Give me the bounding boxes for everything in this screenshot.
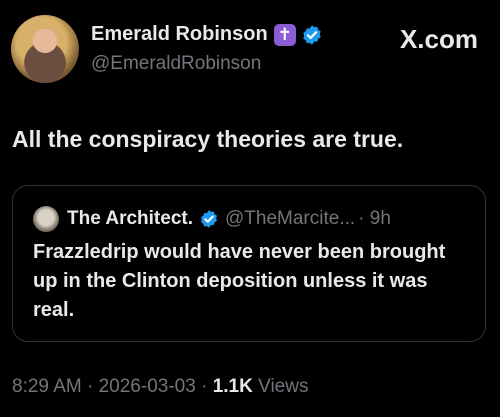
post-time[interactable]: 8:29 AM xyxy=(12,376,82,397)
tweet-text: All the conspiracy theories are true. xyxy=(12,126,404,152)
quoted-time: · 9h xyxy=(358,208,391,229)
quoted-avatar xyxy=(33,206,59,232)
author-name[interactable]: Emerald Robinson xyxy=(91,23,268,46)
author-row: Emerald Robinson ✝ xyxy=(91,23,323,46)
quoted-header: The Architect. @TheMarcite... · 9h xyxy=(33,206,391,232)
quoted-text: Frazzledrip would have never been brough… xyxy=(33,241,446,321)
platform-label: X.com xyxy=(399,24,478,54)
post-date[interactable]: 2026-03-03 xyxy=(99,376,196,397)
views-label: Views xyxy=(252,376,309,397)
meta-separator: · xyxy=(195,376,213,397)
quoted-verified-check-icon xyxy=(201,210,217,228)
author-handle[interactable]: @EmeraldRobinson xyxy=(91,53,261,75)
cross-badge-icon: ✝ xyxy=(273,23,296,46)
views-count: 1.1K xyxy=(212,376,253,397)
quoted-tweet[interactable]: The Architect. @TheMarcite... · 9h Frazz… xyxy=(12,185,486,342)
meta-separator: · xyxy=(81,376,99,397)
post-meta: 8:29 AM · 2026-03-03 · 1.1K Views xyxy=(12,376,308,398)
quoted-author-name: The Architect. xyxy=(67,208,193,229)
quoted-author-handle: @TheMarcite... xyxy=(225,208,356,229)
verified-check-icon xyxy=(302,24,321,45)
avatar[interactable] xyxy=(11,15,79,83)
